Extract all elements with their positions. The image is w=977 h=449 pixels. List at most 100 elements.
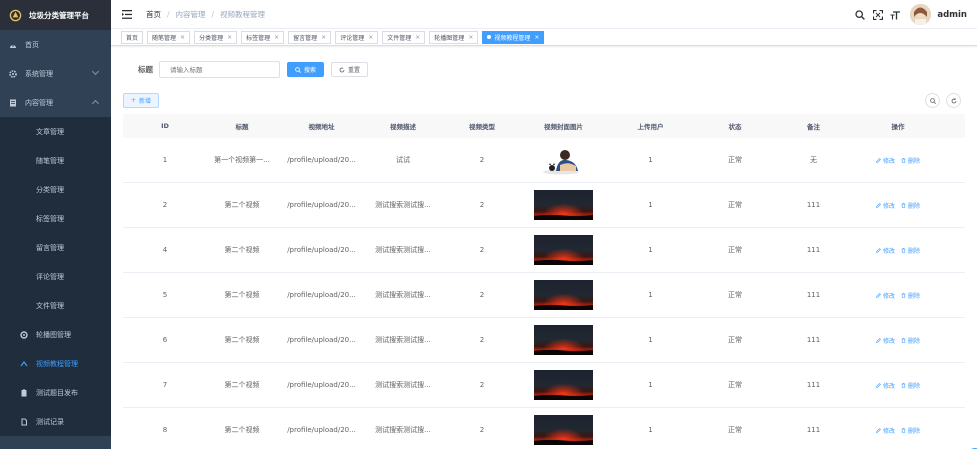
- fullscreen-icon[interactable]: [872, 9, 883, 20]
- tag-home[interactable]: 首页: [121, 30, 144, 44]
- sidebar-item-message[interactable]: 留言管理: [0, 233, 111, 262]
- breadcrumb-home[interactable]: 首页: [146, 9, 161, 20]
- add-button[interactable]: + 新增: [123, 93, 160, 108]
- sidebar-item-video[interactable]: 视频教程管理: [0, 349, 111, 378]
- toggle-search-button[interactable]: [925, 93, 940, 108]
- cell-type: 2: [479, 156, 485, 164]
- reset-button[interactable]: 重置: [331, 62, 369, 77]
- tag-file[interactable]: 文件管理 ×: [382, 30, 426, 44]
- close-icon[interactable]: ×: [534, 34, 539, 41]
- column-header-url: 视频地址: [308, 123, 335, 131]
- font-size-icon[interactable]: [890, 9, 901, 20]
- cell-actions: 修改 删除: [855, 426, 941, 435]
- edit-button[interactable]: 修改: [876, 426, 895, 435]
- logo-icon: [9, 9, 22, 21]
- delete-button[interactable]: 删除: [901, 381, 920, 390]
- edit-button[interactable]: 修改: [876, 291, 895, 300]
- cell-url: /profile/upload/20...: [287, 156, 356, 164]
- cell-cover: [524, 325, 603, 355]
- tag-label: 首页: [126, 34, 139, 42]
- close-icon[interactable]: ×: [321, 34, 326, 41]
- tags-view: 首页 随笔管理 × 分类管理 × 标签管理 × 留言管理 × 评论管理 × 文件管理 × 轮…: [111, 29, 977, 46]
- search-button[interactable]: 搜索: [287, 62, 325, 77]
- refresh-button[interactable]: [946, 93, 961, 108]
- tag-carousel[interactable]: 轮播图管理 ×: [429, 30, 479, 44]
- table-row: 8 第二个视频/profile/upload/20... 测试搜索测试搜... 2 1 正…: [123, 408, 965, 449]
- table-row: 1 第一个视频第一... /profile/upload/20... 试试 2 1 正常 无 修…: [123, 138, 965, 183]
- cover-image: [534, 370, 593, 400]
- trash-icon: [901, 337, 906, 343]
- title-search-input[interactable]: [159, 61, 280, 78]
- close-icon[interactable]: ×: [415, 34, 420, 41]
- sidebar-item-file[interactable]: 文件管理: [0, 291, 111, 320]
- trash-icon: [901, 427, 906, 433]
- edit-button[interactable]: 修改: [876, 201, 895, 210]
- cell-title: 第一个视频第一...: [214, 156, 270, 164]
- tag-label: 随笔管理: [152, 34, 177, 42]
- close-icon[interactable]: ×: [368, 34, 373, 41]
- cell-note: 无: [810, 156, 817, 164]
- sidebar-item-quiz-record[interactable]: 测试记录: [0, 407, 111, 436]
- content-submenu: 文章管理 随笔管理 分类管理 标签管理 留言管理 评论管理 文件管理 轮播图管理…: [0, 117, 111, 436]
- cover-image: [534, 190, 593, 220]
- sidebar-item-article[interactable]: 文章管理: [0, 117, 111, 146]
- delete-button[interactable]: 删除: [901, 426, 920, 435]
- main-content: 标题 搜索 重置 + 新增 ID 标题 视频地址 视频描述 视频类型 视频封: [111, 47, 977, 449]
- delete-button[interactable]: 删除: [901, 156, 920, 165]
- tag-category[interactable]: 分类管理 ×: [194, 30, 238, 44]
- refresh-icon: [951, 97, 956, 103]
- close-icon[interactable]: ×: [274, 34, 279, 41]
- cell-desc: 测试搜索测试搜...: [375, 381, 431, 389]
- tag-comment[interactable]: 评论管理 ×: [335, 30, 379, 44]
- delete-button[interactable]: 删除: [901, 201, 920, 210]
- cell-cover: [524, 280, 603, 310]
- sidebar-item-carousel[interactable]: 轮播图管理: [0, 320, 111, 349]
- sidebar: 垃圾分类管理平台 首页 系统管理 内容管理 文章管理 随笔管理 分类管理 标签管…: [0, 0, 111, 449]
- cell-id: 5: [162, 291, 168, 299]
- sidebar-item-home[interactable]: 首页: [0, 30, 111, 59]
- edit-button[interactable]: 修改: [876, 246, 895, 255]
- close-icon[interactable]: ×: [227, 34, 232, 41]
- sidebar-item-quiz-publish[interactable]: 测试题目发布: [0, 378, 111, 407]
- tag-message[interactable]: 留言管理 ×: [288, 30, 332, 44]
- sidebar-item-tag[interactable]: 标签管理: [0, 204, 111, 233]
- username[interactable]: admin: [937, 10, 967, 20]
- cell-status: 正常: [728, 381, 742, 389]
- close-icon[interactable]: ×: [180, 34, 185, 41]
- cell-type: 2: [479, 336, 485, 344]
- sidebar-item-content[interactable]: 内容管理: [0, 88, 111, 117]
- cell-id: 1: [162, 156, 168, 164]
- edit-icon: [876, 382, 881, 388]
- search-icon[interactable]: [854, 9, 865, 20]
- edit-button[interactable]: 修改: [876, 381, 895, 390]
- cell-status: 正常: [728, 156, 742, 164]
- edit-button[interactable]: 修改: [876, 336, 895, 345]
- sidebar-item-category[interactable]: 分类管理: [0, 175, 111, 204]
- edit-label: 修改: [882, 202, 895, 210]
- cell-url: /profile/upload/20...: [287, 336, 356, 344]
- delete-button[interactable]: 删除: [901, 336, 920, 345]
- hamburger-icon[interactable]: [122, 9, 132, 19]
- edit-button[interactable]: 修改: [876, 156, 895, 165]
- tag-essay[interactable]: 随笔管理 ×: [147, 30, 191, 44]
- logo-area[interactable]: 垃圾分类管理平台: [0, 0, 111, 30]
- search-icon: [929, 97, 936, 104]
- sidebar-item-label: 系统管理: [25, 69, 53, 78]
- sidebar-item-comment[interactable]: 评论管理: [0, 262, 111, 291]
- tag-video[interactable]: 视频教程管理 ×: [482, 30, 545, 44]
- close-icon[interactable]: ×: [468, 34, 473, 41]
- trash-icon: [901, 292, 906, 298]
- tag-tag[interactable]: 标签管理 ×: [241, 30, 285, 44]
- search-icon: [295, 66, 301, 73]
- cell-url: /profile/upload/20...: [287, 291, 356, 299]
- sidebar-item-essay[interactable]: 随笔管理: [0, 146, 111, 175]
- cell-user: 1: [648, 381, 653, 389]
- sidebar-item-label: 评论管理: [36, 272, 64, 281]
- cell-desc: 测试搜索测试搜...: [375, 201, 431, 209]
- trash-icon: [901, 247, 906, 253]
- sidebar-item-system[interactable]: 系统管理: [0, 59, 111, 88]
- avatar[interactable]: [910, 4, 932, 25]
- table-row: 7 第二个视频/profile/upload/20... 测试搜索测试搜... 2 1 正…: [123, 363, 965, 408]
- delete-button[interactable]: 删除: [901, 291, 920, 300]
- delete-button[interactable]: 删除: [901, 246, 920, 255]
